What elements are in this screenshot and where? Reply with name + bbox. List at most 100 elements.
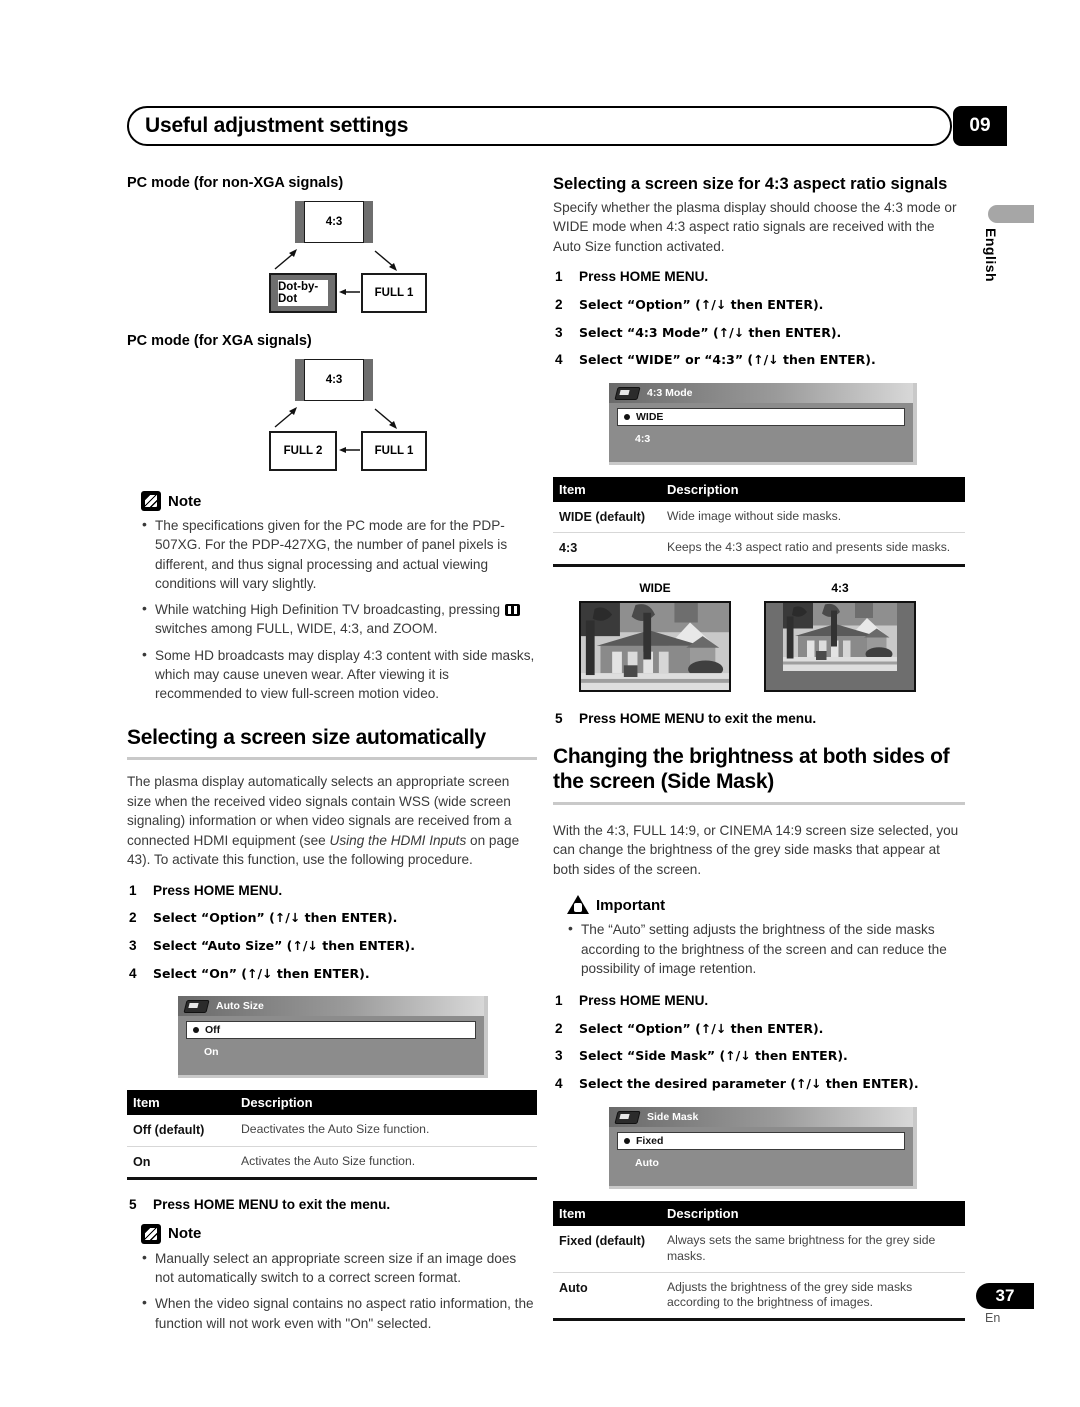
- example-image-wide: [579, 600, 731, 692]
- step-number: 3: [555, 324, 563, 340]
- note-bullet-tail: switches among FULL, WIDE, 4:3, and ZOOM…: [155, 621, 438, 637]
- osd-option-row[interactable]: WIDE: [617, 408, 905, 426]
- table-cell-description: Adjusts the brightness of the grey side …: [667, 1279, 913, 1310]
- step-text: Press HOME MENU.: [579, 269, 709, 285]
- table-row: Auto Adjusts the brightness of the grey …: [553, 1272, 965, 1320]
- important-block: Important The “Auto” setting adjusts the…: [553, 895, 965, 978]
- table-cell-item: WIDE (default): [553, 502, 661, 534]
- step-item: 2 Select “Option” (↑/↓ then ENTER).: [553, 296, 965, 314]
- step-number: 4: [555, 1076, 563, 1092]
- table-header-row: Item Description: [553, 477, 965, 502]
- osd-option-row[interactable]: On: [186, 1043, 476, 1061]
- osd-option-row[interactable]: Fixed: [617, 1131, 905, 1150]
- auto-size-intro-italic: Using the HDMI Inputs: [329, 832, 467, 848]
- flow-box-full-2: FULL 2: [269, 431, 337, 471]
- step-text: Press HOME MENU to exit the menu.: [153, 1197, 391, 1213]
- photo-area: [783, 602, 897, 690]
- note-block-2: Note Manually select an appropriate scre…: [127, 1223, 537, 1333]
- step-number: 3: [555, 1048, 563, 1064]
- osd-option-label: Auto: [635, 1156, 659, 1169]
- page-number-badge: 37: [976, 1283, 1034, 1309]
- manual-page: Useful adjustment settings 09 English PC…: [0, 0, 1080, 1407]
- step-text: Select “Side Mask” (↑/↓ then ENTER).: [579, 1048, 848, 1064]
- step-number: 4: [555, 352, 563, 368]
- auto-size-intro: The plasma display automatically selects…: [127, 772, 537, 869]
- step-item: 4 Select “On” (↑/↓ then ENTER).: [127, 965, 537, 983]
- ratio-steps: 1 Press HOME MENU. 2 Select “Option” (↑/↓ …: [553, 268, 965, 369]
- page-header: Useful adjustment settings 09: [127, 106, 1007, 146]
- table-header-row: Item Description: [127, 1090, 537, 1116]
- ratio-section-intro: Specify whether the plasma display shoul…: [553, 200, 957, 254]
- margin-thumb-tab: [988, 205, 1034, 223]
- screen-size-examples: WIDE 4:3: [579, 581, 965, 692]
- table-header-row: Item Description: [553, 1200, 965, 1226]
- step-item: 2 Select “Option” (↑/↓ then ENTER).: [127, 909, 537, 927]
- ratio-step5: 5 Press HOME MENU to exit the menu.: [553, 710, 965, 728]
- example-caption: WIDE: [639, 580, 671, 595]
- table-header-description: Description: [661, 477, 965, 502]
- osd-side-mask: Side Mask Fixed Auto: [609, 1106, 917, 1189]
- osd-option-row[interactable]: Auto: [617, 1154, 905, 1172]
- side-mask-table: Item Description Fixed (default) Always …: [553, 1200, 965, 1322]
- note-bullet: Manually select an appropriate screen si…: [141, 1248, 537, 1288]
- step-number: 3: [129, 937, 137, 953]
- table-header-item: Item: [553, 477, 661, 502]
- table-cell-item: Off (default): [127, 1115, 235, 1147]
- step-number: 5: [129, 1197, 137, 1213]
- table-cell-description: Activates the Auto Size function.: [241, 1153, 416, 1168]
- auto-size-section-title: Selecting a screen size automatically: [127, 726, 537, 761]
- table-row: WIDE (default) Wide image without side m…: [553, 502, 965, 534]
- osd-title-bar: Side Mask: [609, 1106, 913, 1127]
- pc-mode-nonxga-flow-diagram: 4:3 Dot-by-Dot FULL 1: [127, 201, 537, 319]
- table-row: Fixed (default) Always sets the same bri…: [553, 1225, 965, 1273]
- osd-option-row[interactable]: 4:3: [617, 430, 905, 448]
- table-cell-item: Auto: [559, 1280, 588, 1295]
- osd-title-label: Side Mask: [647, 1110, 699, 1123]
- flow-arrow-left-xga: [339, 444, 361, 456]
- step-number: 1: [555, 993, 563, 1009]
- step-text: Press HOME MENU.: [579, 993, 709, 1009]
- warning-triangle-icon: [567, 895, 589, 915]
- table-header-description: Description: [661, 1200, 965, 1226]
- osd-body: Fixed Auto: [609, 1127, 913, 1186]
- step-item: 3 Select “Side Mask” (↑/↓ then ENTER).: [553, 1047, 965, 1065]
- step-item: 3 Select “4:3 Mode” (↑/↓ then ENTER).: [553, 324, 965, 342]
- flow-arrow-down-right-xga: [373, 407, 399, 429]
- osd-option-label: WIDE: [636, 411, 664, 423]
- example-image-4-3: [764, 600, 916, 692]
- step-number: 2: [555, 1020, 563, 1036]
- note-bullet: Some HD broadcasts may display 4:3 conte…: [141, 645, 537, 704]
- table-cell-item: On: [133, 1154, 151, 1169]
- step-number: 5: [555, 710, 563, 726]
- note-header-1: Note: [141, 491, 537, 511]
- step-text: Select “Option” (↑/↓ then ENTER).: [153, 910, 398, 926]
- house-photo-illustration: [783, 602, 897, 671]
- step-number: 4: [129, 965, 137, 981]
- step-item: 5 Press HOME MENU to exit the menu.: [127, 1196, 537, 1214]
- table-header-item: Item: [553, 1200, 661, 1226]
- example-4-3: 4:3: [764, 581, 916, 692]
- note-bullet-text: While watching High Definition TV broadc…: [155, 602, 504, 618]
- note-block-1: Note The specifications given for the PC…: [127, 491, 537, 704]
- flow-box-dot-by-dot: Dot-by-Dot: [269, 273, 337, 313]
- table-row: 4:3 Keeps the 4:3 aspect ratio and prese…: [553, 533, 965, 565]
- important-header: Important: [567, 895, 965, 915]
- table-header-item: Item: [127, 1090, 235, 1116]
- right-column: Selecting a screen size for 4:3 aspect r…: [553, 175, 965, 1322]
- step-text: Select “On” (↑/↓ then ENTER).: [153, 965, 370, 981]
- chapter-badge: 09: [953, 106, 1007, 146]
- step-text: Press HOME MENU.: [153, 882, 283, 898]
- selected-dot-icon: [193, 1027, 199, 1034]
- pencil-note-icon: [141, 1223, 161, 1244]
- flow-box-4-3-label: 4:3: [304, 201, 364, 243]
- osd-title-bar: 4:3 Mode: [609, 383, 913, 403]
- important-label: Important: [596, 896, 666, 914]
- table-cell-item: 4:3: [559, 541, 578, 556]
- step-item: 2 Select “Option” (↑/↓ then ENTER).: [553, 1020, 965, 1038]
- step-text: Press HOME MENU to exit the menu.: [579, 710, 817, 726]
- auto-size-table: Item Description Off (default) Deactivat…: [127, 1090, 537, 1181]
- osd-option-row[interactable]: Off: [186, 1021, 476, 1040]
- selected-dot-icon: [624, 414, 630, 420]
- margin-language-label: English: [983, 228, 999, 283]
- pencil-note-icon: [141, 491, 161, 511]
